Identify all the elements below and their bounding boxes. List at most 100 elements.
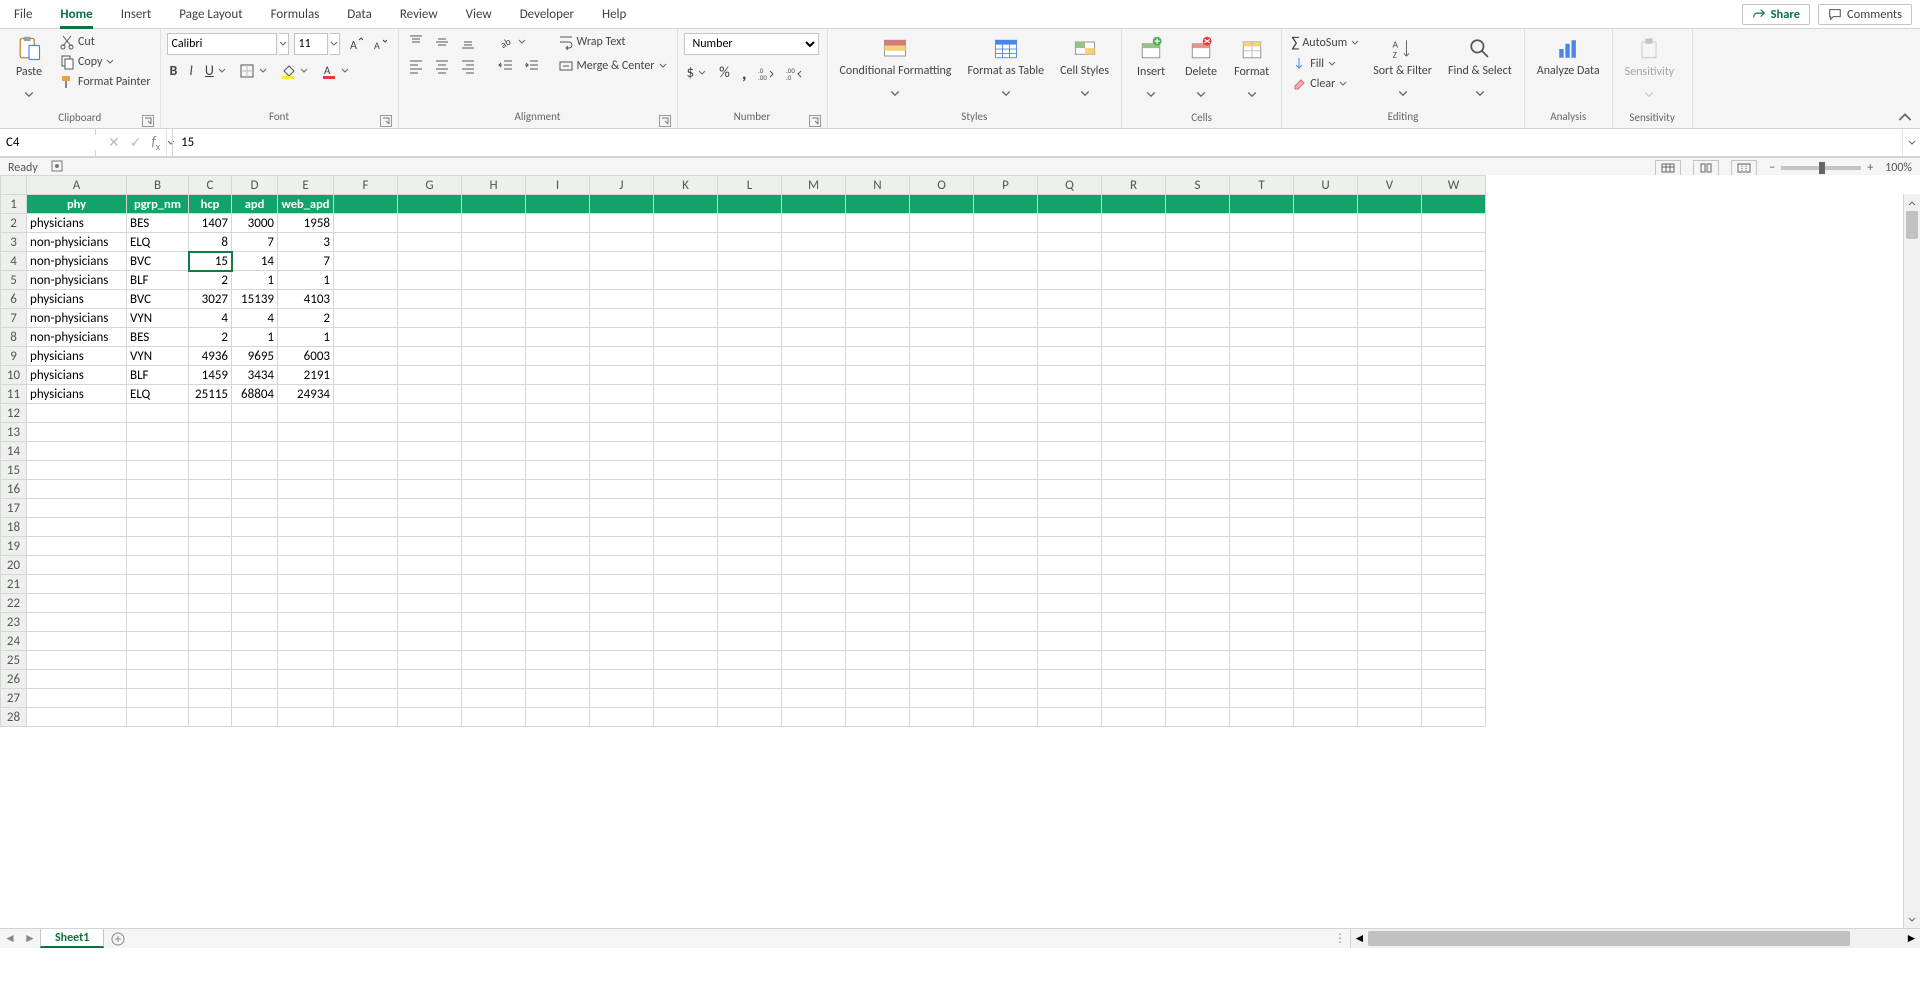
- format-as-table-button[interactable]: Format as Table: [961, 33, 1050, 110]
- row-header-6[interactable]: 6: [1, 290, 27, 309]
- cell-U10[interactable]: [1294, 366, 1358, 385]
- cell-W4[interactable]: [1422, 252, 1486, 271]
- cell-A26[interactable]: [27, 670, 127, 689]
- cell-U2[interactable]: [1294, 214, 1358, 233]
- cell-I24[interactable]: [526, 632, 590, 651]
- cell-G27[interactable]: [398, 689, 462, 708]
- cell-J18[interactable]: [590, 518, 654, 537]
- row-header-3[interactable]: 3: [1, 233, 27, 252]
- font-size-input[interactable]: [294, 33, 328, 55]
- cell-O6[interactable]: [910, 290, 974, 309]
- cell-Q18[interactable]: [1038, 518, 1102, 537]
- cell-R27[interactable]: [1102, 689, 1166, 708]
- cell-E13[interactable]: [278, 423, 334, 442]
- cell-O5[interactable]: [910, 271, 974, 290]
- orientation-dropdown[interactable]: [517, 38, 527, 46]
- cell-R12[interactable]: [1102, 404, 1166, 423]
- cell-V12[interactable]: [1358, 404, 1422, 423]
- cell-A12[interactable]: [27, 404, 127, 423]
- cell-W22[interactable]: [1422, 594, 1486, 613]
- cell-Q24[interactable]: [1038, 632, 1102, 651]
- cell-O15[interactable]: [910, 461, 974, 480]
- cell-S15[interactable]: [1166, 461, 1230, 480]
- analyze-data-button[interactable]: Analyze Data: [1531, 33, 1606, 80]
- cell-J2[interactable]: [590, 214, 654, 233]
- align-left-button[interactable]: [405, 57, 427, 75]
- cell-N19[interactable]: [846, 537, 910, 556]
- cell-H2[interactable]: [462, 214, 526, 233]
- cell-B22[interactable]: [127, 594, 189, 613]
- cell-R20[interactable]: [1102, 556, 1166, 575]
- cell-J8[interactable]: [590, 328, 654, 347]
- cell-I23[interactable]: [526, 613, 590, 632]
- cell-M5[interactable]: [782, 271, 846, 290]
- copy-button[interactable]: Copy: [56, 53, 154, 71]
- cell-L1[interactable]: [718, 195, 782, 214]
- cell-G3[interactable]: [398, 233, 462, 252]
- cell-F24[interactable]: [334, 632, 398, 651]
- cell-S9[interactable]: [1166, 347, 1230, 366]
- cell-L8[interactable]: [718, 328, 782, 347]
- cell-K19[interactable]: [654, 537, 718, 556]
- cell-N13[interactable]: [846, 423, 910, 442]
- fill-color-dropdown[interactable]: [299, 67, 309, 75]
- cell-Q4[interactable]: [1038, 252, 1102, 271]
- cell-M15[interactable]: [782, 461, 846, 480]
- cell-B15[interactable]: [127, 461, 189, 480]
- copy-dropdown[interactable]: [105, 58, 115, 66]
- cell-V26[interactable]: [1358, 670, 1422, 689]
- cell-H17[interactable]: [462, 499, 526, 518]
- number-format-select[interactable]: Number: [684, 33, 819, 55]
- cell-D11[interactable]: 68804: [232, 385, 278, 404]
- align-bottom-button[interactable]: [457, 33, 479, 51]
- cell-I20[interactable]: [526, 556, 590, 575]
- increase-decimal-button[interactable]: .0.00: [755, 64, 777, 82]
- cell-U16[interactable]: [1294, 480, 1358, 499]
- cell-D9[interactable]: 9695: [232, 347, 278, 366]
- tab-review[interactable]: Review: [386, 0, 452, 28]
- cell-C19[interactable]: [189, 537, 232, 556]
- fill-dropdown[interactable]: [1327, 60, 1337, 68]
- scroll-right-button[interactable]: ►: [1903, 929, 1920, 948]
- cell-S20[interactable]: [1166, 556, 1230, 575]
- cell-S16[interactable]: [1166, 480, 1230, 499]
- cell-D14[interactable]: [232, 442, 278, 461]
- borders-button[interactable]: [236, 62, 271, 80]
- cell-M7[interactable]: [782, 309, 846, 328]
- cell-P15[interactable]: [974, 461, 1038, 480]
- cell-P9[interactable]: [974, 347, 1038, 366]
- column-header-L[interactable]: L: [718, 176, 782, 195]
- cell-U8[interactable]: [1294, 328, 1358, 347]
- cell-H27[interactable]: [462, 689, 526, 708]
- cell-B24[interactable]: [127, 632, 189, 651]
- cell-R13[interactable]: [1102, 423, 1166, 442]
- cell-A9[interactable]: physicians: [27, 347, 127, 366]
- cell-E26[interactable]: [278, 670, 334, 689]
- sheet-nav-prev[interactable]: ◄: [0, 929, 20, 948]
- cell-S11[interactable]: [1166, 385, 1230, 404]
- format-as-table-dropdown[interactable]: [1001, 80, 1011, 108]
- cell-S4[interactable]: [1166, 252, 1230, 271]
- paste-dropdown[interactable]: [24, 81, 34, 109]
- cell-K3[interactable]: [654, 233, 718, 252]
- cell-H22[interactable]: [462, 594, 526, 613]
- cell-N14[interactable]: [846, 442, 910, 461]
- column-header-D[interactable]: D: [232, 176, 278, 195]
- cell-R28[interactable]: [1102, 708, 1166, 727]
- cell-R8[interactable]: [1102, 328, 1166, 347]
- cell-S3[interactable]: [1166, 233, 1230, 252]
- cell-J16[interactable]: [590, 480, 654, 499]
- cell-P1[interactable]: [974, 195, 1038, 214]
- cell-C9[interactable]: 4936: [189, 347, 232, 366]
- cell-M2[interactable]: [782, 214, 846, 233]
- cell-B10[interactable]: BLF: [127, 366, 189, 385]
- cell-Q10[interactable]: [1038, 366, 1102, 385]
- cell-V10[interactable]: [1358, 366, 1422, 385]
- cell-K28[interactable]: [654, 708, 718, 727]
- cell-R18[interactable]: [1102, 518, 1166, 537]
- cell-R22[interactable]: [1102, 594, 1166, 613]
- cell-B13[interactable]: [127, 423, 189, 442]
- comments-button[interactable]: Comments: [1818, 4, 1912, 25]
- cell-C20[interactable]: [189, 556, 232, 575]
- italic-button[interactable]: I: [186, 61, 196, 80]
